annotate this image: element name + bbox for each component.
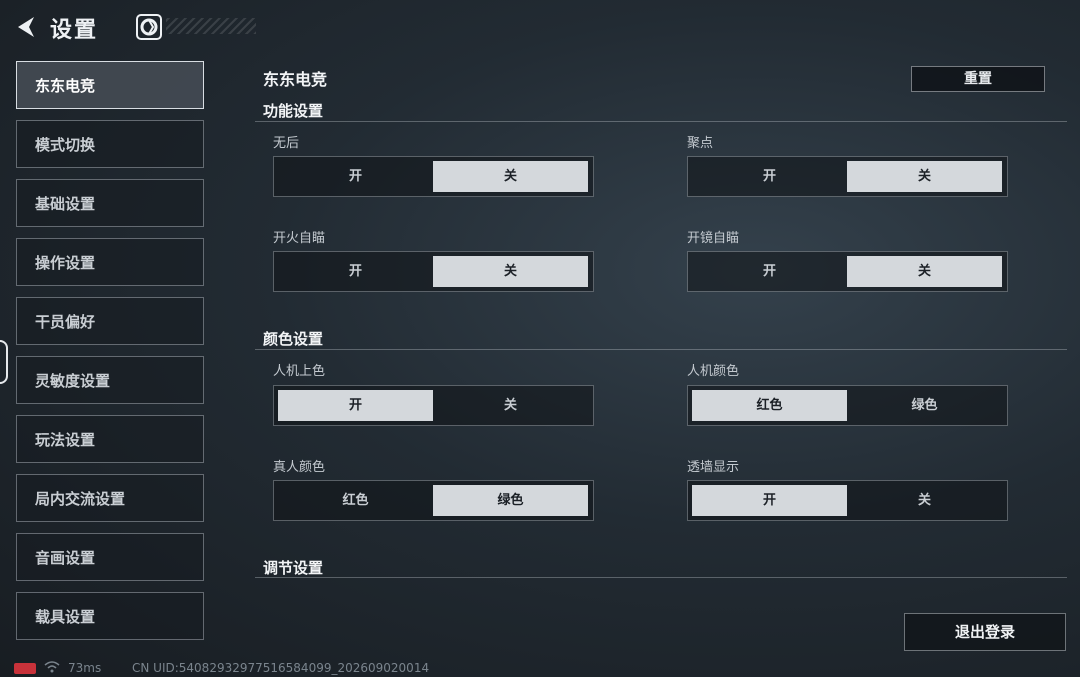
sidebar-item-gameplay[interactable]: 玩法设置 [16,415,204,463]
back-arrow-icon [18,17,34,37]
logout-button[interactable]: 退出登录 [904,613,1066,651]
sidebar-item-vehicle[interactable]: 载具设置 [16,592,204,640]
toggle-option-off[interactable]: 关 [847,161,1002,192]
toggle-option-green[interactable]: 绿色 [433,485,588,516]
option-label-fire-aim-assist: 开火自瞄 [273,231,326,246]
game-logo-icon [136,14,162,40]
toggle-option-on[interactable]: 开 [692,161,847,192]
toggle-scope-aim-assist: 开 关 [687,251,1008,292]
toggle-option-on[interactable]: 开 [692,256,847,287]
battery-icon [14,663,36,674]
sidebar-item-control-settings[interactable]: 操作设置 [16,238,204,286]
section-title-adjust: 调节设置 [263,559,324,577]
option-label-scope-aim-assist: 开镜自瞄 [687,231,740,246]
toggle-bot-highlight: 开 关 [273,385,594,426]
toggle-option-on[interactable]: 开 [278,256,433,287]
toggle-option-red[interactable]: 红色 [278,485,433,516]
toggle-option-off[interactable]: 关 [433,161,588,192]
header-decoration [166,18,256,34]
toggle-fire-aim-assist: 开 关 [273,251,594,292]
sidebar-item-in-match-comms[interactable]: 局内交流设置 [16,474,204,522]
sidebar-item-audio-video[interactable]: 音画设置 [16,533,204,581]
toggle-focus-point: 开 关 [687,156,1008,197]
toggle-option-on[interactable]: 开 [692,485,847,516]
toggle-option-off[interactable]: 关 [433,256,588,287]
reset-button[interactable]: 重置 [911,66,1045,92]
section-divider [255,577,1067,578]
toggle-player-color: 红色 绿色 [273,480,594,521]
user-uid: CN UID:54082932977516584099_202609020014 [132,661,430,675]
sidebar-item-sensitivity[interactable]: 灵敏度设置 [16,356,204,404]
wifi-icon [44,660,60,677]
toggle-option-on[interactable]: 开 [278,390,433,421]
sidebar-item-operator-preference[interactable]: 干员偏好 [16,297,204,345]
toggle-option-green[interactable]: 绿色 [847,390,1002,421]
option-label-focus-point: 聚点 [687,136,714,151]
toggle-option-on[interactable]: 开 [278,161,433,192]
toggle-no-recoil: 开 关 [273,156,594,197]
option-label-bot-color: 人机颜色 [687,364,740,379]
toggle-wallhack-display: 开 关 [687,480,1008,521]
toggle-option-off[interactable]: 关 [433,390,588,421]
section-divider [255,349,1067,350]
sidebar-item-dongdong-esports[interactable]: 东东电竞 [16,61,204,109]
sidebar-item-basic-settings[interactable]: 基础设置 [16,179,204,227]
toggle-option-off[interactable]: 关 [847,485,1002,516]
option-label-bot-highlight: 人机上色 [273,364,326,379]
toggle-bot-color: 红色 绿色 [687,385,1008,426]
section-title-color: 颜色设置 [263,330,324,348]
sidebar-item-mode-switch[interactable]: 模式切换 [16,120,204,168]
ping-value: 73ms [68,661,102,675]
option-label-player-color: 真人颜色 [273,460,326,475]
option-label-wallhack-display: 透墙显示 [687,460,740,475]
panel-title: 东东电竞 [263,70,328,89]
top-bar: 设置 [0,0,260,56]
toggle-option-off[interactable]: 关 [847,256,1002,287]
side-tab-icon[interactable] [0,340,8,384]
section-divider [255,121,1067,122]
back-button[interactable] [12,12,42,42]
option-label-no-recoil: 无后 [273,136,300,151]
section-title-function: 功能设置 [263,102,324,120]
toggle-option-red[interactable]: 红色 [692,390,847,421]
page-title: 设置 [50,18,99,43]
